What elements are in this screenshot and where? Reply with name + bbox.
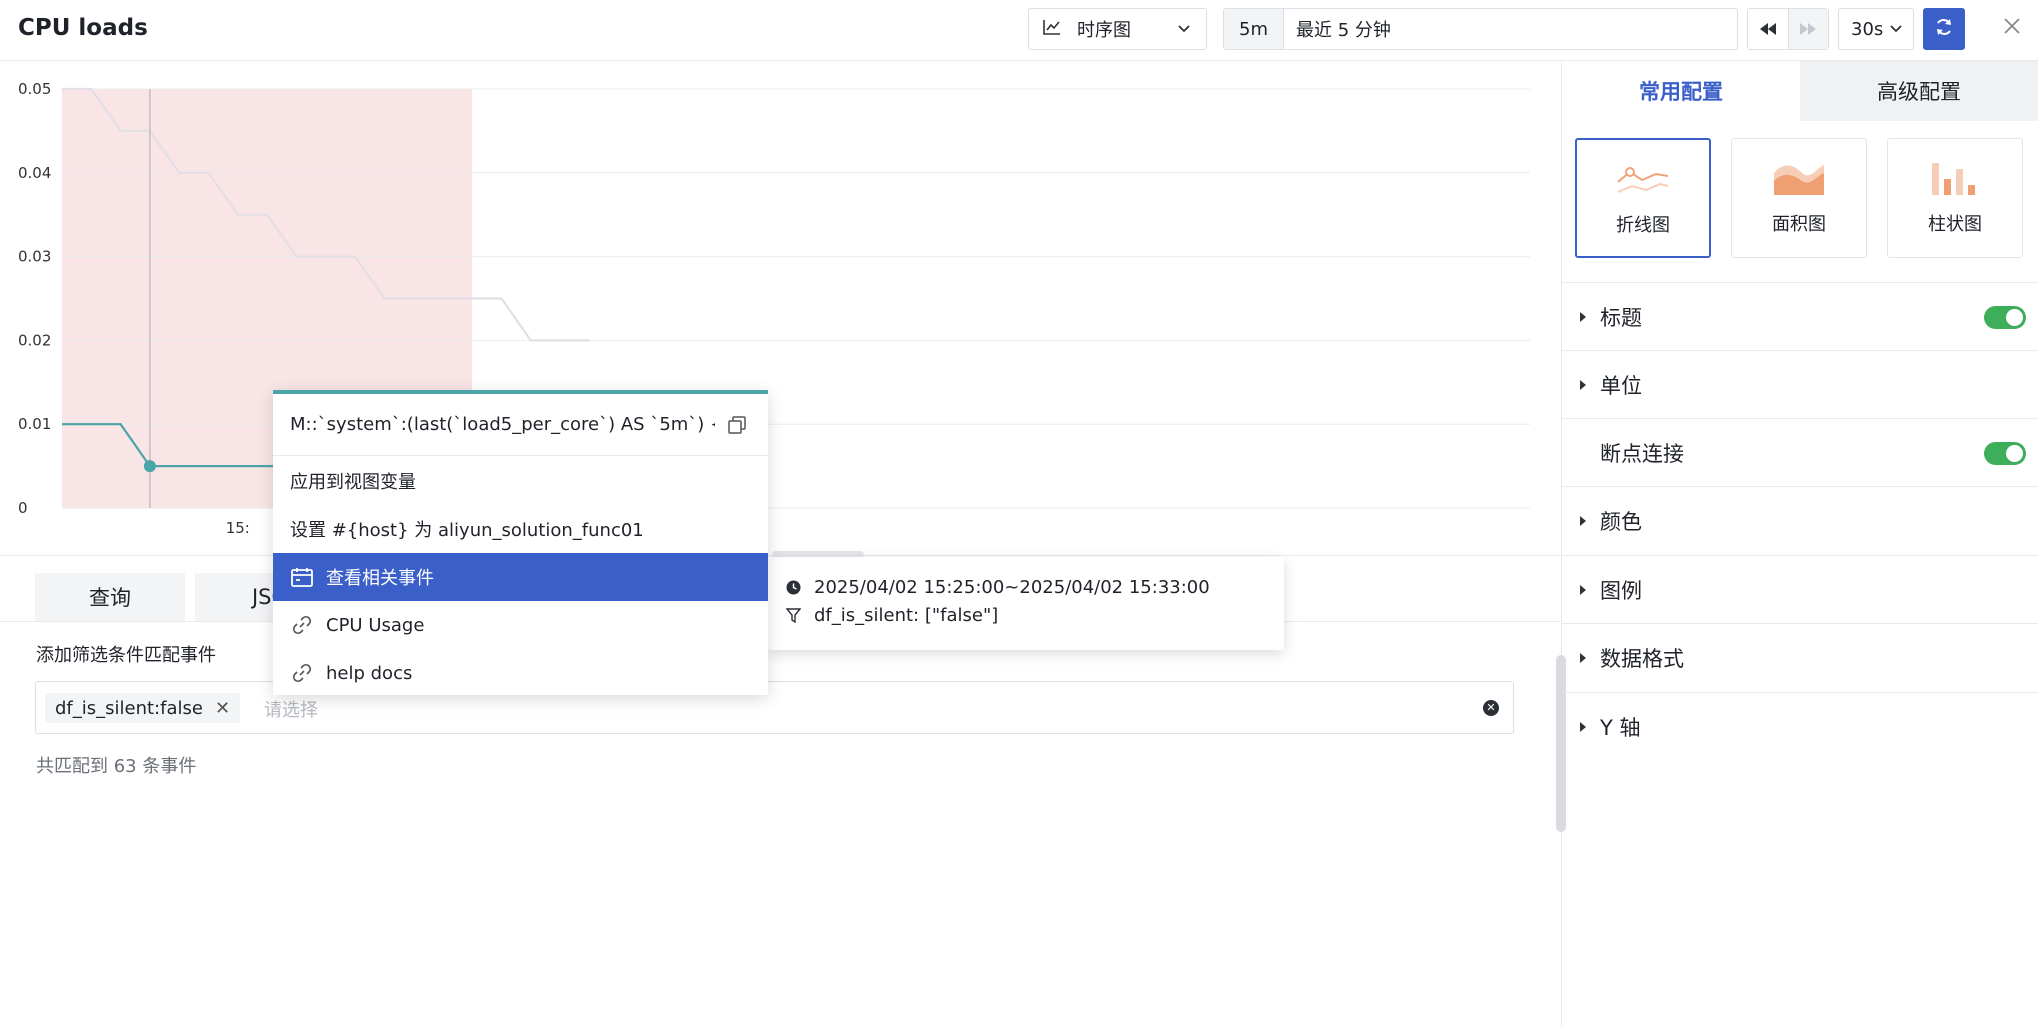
line-chart[interactable]: 0.050.040.030.020.01015:15:3215:3315:34: [0, 61, 1560, 556]
page-title: CPU loads: [18, 15, 148, 41]
config-section-legend[interactable]: 图例: [1562, 555, 2038, 623]
line-chart-icon: [1043, 19, 1061, 40]
clock-icon: [786, 580, 802, 595]
y-tick-label: 0.04: [18, 164, 51, 182]
refresh-icon: [1934, 17, 1954, 42]
close-icon: [2003, 17, 2021, 40]
filter-icon: [786, 608, 802, 623]
menu-separator: [273, 455, 768, 456]
link-icon: [290, 661, 314, 685]
tab-common-config[interactable]: 常用配置: [1562, 61, 1800, 121]
time-range-short: 5m: [1224, 9, 1284, 49]
time-range-label: 最近 5 分钟: [1296, 20, 1391, 41]
menu-item-label: 设置 #{host} 为 aliyun_solution_func01: [290, 520, 644, 541]
tag-remove-icon[interactable]: ✕: [215, 698, 230, 719]
tab-advanced-config[interactable]: 高级配置: [1800, 61, 2038, 121]
y-tick-label: 0.05: [18, 80, 51, 98]
fast-forward-button[interactable]: [1787, 9, 1828, 49]
chart-area[interactable]: 0.050.040.030.020.01015:15:3215:3315:34: [0, 61, 1560, 556]
y-tick-label: 0.03: [18, 248, 51, 266]
menu-item-label: CPU Usage: [326, 614, 425, 636]
filter-select[interactable]: df_is_silent:false ✕ 请选择 ✕: [35, 681, 1514, 734]
match-count: 共匹配到 63 条事件: [36, 756, 197, 777]
chart-type-cards: 折线图 面积图 柱状图: [1575, 138, 2023, 258]
section-label: Y 轴: [1600, 715, 1641, 740]
config-tabs: 常用配置 高级配置: [1562, 61, 2038, 121]
config-section-color[interactable]: 颜色: [1562, 486, 2038, 554]
y-tick-label: 0.01: [18, 415, 51, 433]
config-section-data-format[interactable]: 数据格式: [1562, 623, 2038, 691]
chart-type-label: 折线图: [1616, 215, 1670, 236]
chevron-down-icon: [1176, 20, 1192, 41]
time-nav-group: [1747, 8, 1829, 50]
event-filter-text: df_is_silent: ["false"]: [814, 605, 999, 626]
config-section-connect-nulls[interactable]: 断点连接: [1562, 418, 2038, 486]
menu-item-help-docs[interactable]: help docs: [273, 649, 768, 697]
caret-right-icon: [1580, 652, 1586, 663]
filter-tag-label: df_is_silent:false: [55, 697, 203, 719]
clear-icon[interactable]: ✕: [1483, 700, 1499, 716]
section-label: 颜色: [1600, 509, 1642, 534]
query-text: M::`system`:(last(`load5_per_core`) AS `…: [290, 414, 715, 435]
event-time-range: 2025/04/02 15:25:00~2025/04/02 15:33:00: [786, 577, 1210, 598]
event-time-range-text: 2025/04/02 15:25:00~2025/04/02 15:33:00: [814, 577, 1210, 598]
menu-item-label: help docs: [326, 662, 413, 684]
section-label: 单位: [1600, 373, 1642, 398]
hovered-data-point: [143, 460, 156, 473]
x-tick-label: 15:: [226, 519, 250, 537]
header-bar: CPU loads 时序图 5m 最近 5 分钟 30s: [0, 0, 2038, 61]
menu-item-view-events[interactable]: 查看相关事件: [273, 553, 768, 601]
chart-type-line[interactable]: 折线图: [1575, 138, 1711, 258]
caret-right-icon: [1580, 379, 1586, 390]
caret-right-icon: [1580, 515, 1586, 526]
copy-icon[interactable]: [728, 416, 746, 439]
time-range-picker[interactable]: 5m 最近 5 分钟: [1223, 8, 1738, 50]
menu-item-label: 应用到视图变量: [290, 472, 416, 493]
link-icon: [290, 613, 314, 637]
calendar-icon: [290, 565, 314, 589]
close-button[interactable]: [1998, 14, 2026, 42]
refresh-interval-value: 30s: [1851, 18, 1884, 40]
chart-type-select[interactable]: 时序图: [1028, 8, 1207, 50]
config-section-title[interactable]: 标题: [1562, 282, 2038, 350]
tab-query[interactable]: 查询: [35, 573, 185, 621]
chart-type-bar[interactable]: 柱状图: [1887, 138, 2023, 258]
caret-right-icon: [1580, 584, 1586, 595]
context-menu: M::`system`:(last(`load5_per_core`) AS `…: [273, 390, 768, 695]
menu-item-apply-view-variable[interactable]: 应用到视图变量: [273, 457, 768, 505]
chart-type-label: 柱状图: [1928, 214, 1982, 235]
title-toggle[interactable]: [1984, 306, 2026, 329]
y-tick-label: 0.02: [18, 331, 51, 349]
refresh-button[interactable]: [1923, 8, 1965, 50]
chevron-down-icon: [1889, 19, 1903, 40]
section-label: 数据格式: [1600, 646, 1684, 671]
config-section-unit[interactable]: 单位: [1562, 350, 2038, 418]
line-chart-icon: [1616, 162, 1670, 201]
filter-tag[interactable]: df_is_silent:false ✕: [45, 693, 241, 723]
caret-right-icon: [1580, 311, 1586, 322]
area-chart-icon: [1772, 161, 1826, 200]
chart-type-area[interactable]: 面积图: [1731, 138, 1867, 258]
refresh-interval-select[interactable]: 30s: [1838, 8, 1914, 50]
filter-label: 添加筛选条件匹配事件: [36, 645, 216, 666]
bar-chart-icon: [1928, 161, 1982, 200]
caret-right-icon: [1580, 721, 1586, 732]
menu-item-label: 查看相关事件: [326, 568, 434, 589]
section-label: 标题: [1600, 305, 1642, 330]
event-filter: df_is_silent: ["false"]: [786, 605, 998, 626]
y-tick-label: 0: [18, 499, 28, 517]
connect-nulls-toggle[interactable]: [1984, 442, 2026, 465]
chart-type-label: 面积图: [1772, 214, 1826, 235]
section-label: 图例: [1600, 578, 1642, 603]
filter-placeholder: 请选择: [264, 700, 318, 721]
menu-item-set-host[interactable]: 设置 #{host} 为 aliyun_solution_func01: [273, 505, 768, 553]
section-label: 断点连接: [1600, 441, 1684, 466]
rewind-button[interactable]: [1748, 9, 1788, 49]
menu-item-cpu-usage[interactable]: CPU Usage: [273, 601, 768, 649]
event-tooltip: 2025/04/02 15:25:00~2025/04/02 15:33:00 …: [768, 557, 1284, 650]
config-section-y-axis[interactable]: Y 轴: [1562, 692, 2038, 760]
chart-type-label: 时序图: [1077, 20, 1131, 41]
